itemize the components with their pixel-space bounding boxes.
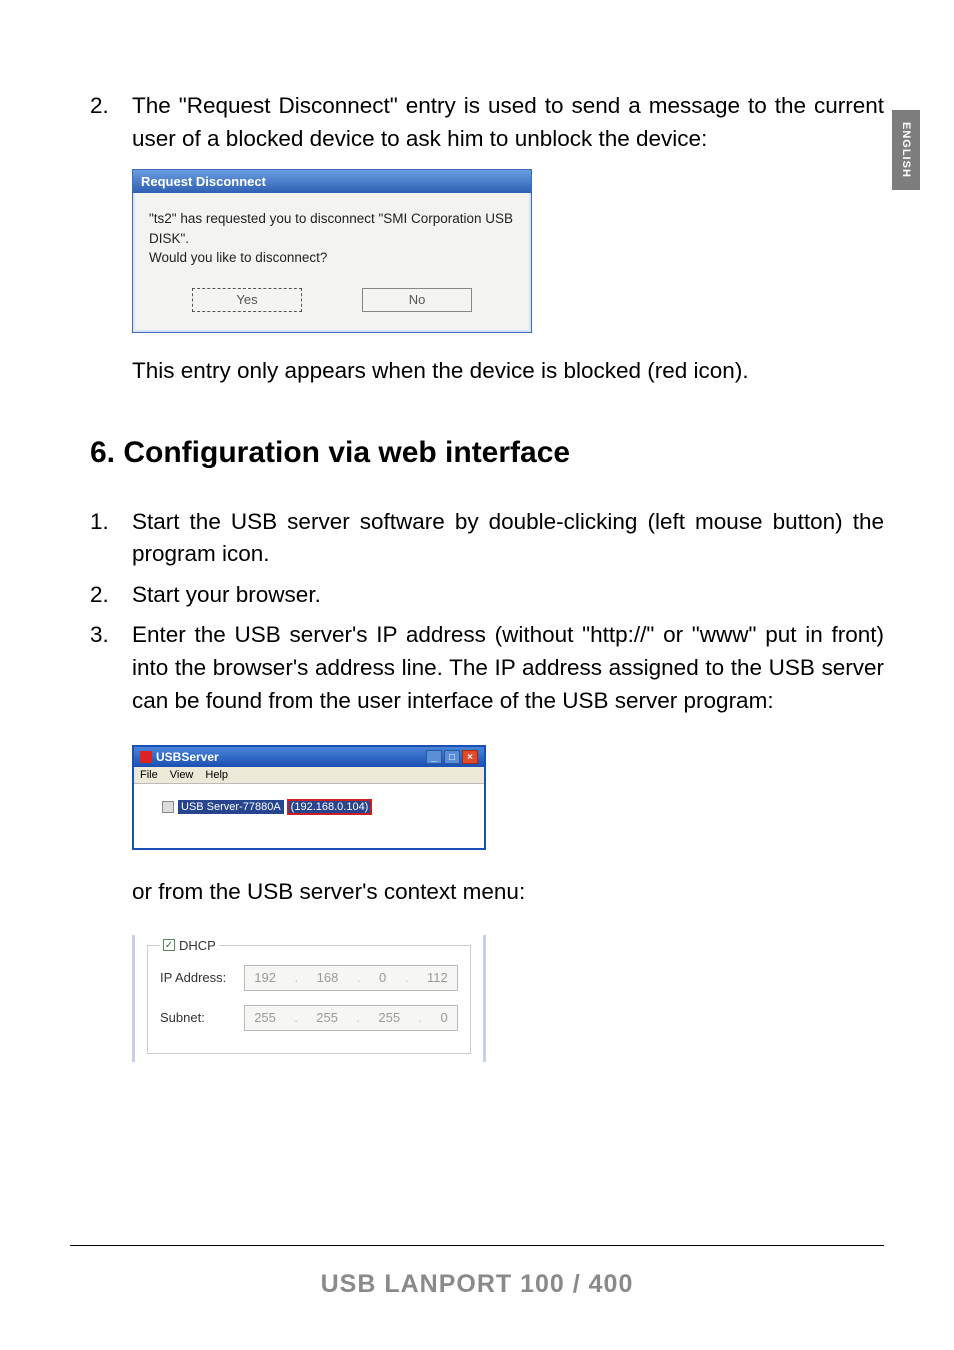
window-body: USB Server-77880A (192.168.0.104) — [134, 784, 484, 848]
list-text: Start the USB server software by double-… — [132, 506, 884, 571]
list-item: 2. The "Request Disconnect" entry is use… — [90, 90, 884, 155]
subnet-row: Subnet: 255. 255. 255. 0 — [160, 1005, 458, 1031]
subnet-field[interactable]: 255. 255. 255. 0 — [244, 1005, 458, 1031]
device-icon — [162, 801, 174, 813]
ip-octet: 0 — [379, 970, 386, 985]
list-number: 1. — [90, 506, 132, 571]
list-number: 3. — [90, 619, 132, 717]
page: ENGLISH 2. The "Request Disconnect" entr… — [0, 0, 954, 1350]
list-text: The "Request Disconnect" entry is used t… — [132, 90, 884, 155]
ip-address-field[interactable]: 192. 168. 0. 112 — [244, 965, 458, 991]
dhcp-label: DHCP — [179, 938, 216, 953]
tree-label: USB Server-77880A — [178, 800, 284, 814]
list-text: Enter the USB server's IP address (witho… — [132, 619, 884, 717]
list-number: 2. — [90, 90, 132, 155]
list-item: 3. Enter the USB server's IP address (wi… — [90, 619, 884, 717]
subnet-octet: 255 — [316, 1010, 338, 1025]
dialog-buttons: Yes No — [149, 288, 515, 312]
list-number: 2. — [90, 579, 132, 612]
dialog-line1: "ts2" has requested you to disconnect "S… — [149, 211, 513, 246]
dhcp-fieldset: ✓ DHCP IP Address: 192. 168. 0. 112 Subn… — [147, 945, 471, 1054]
subnet-label: Subnet: — [160, 1010, 244, 1025]
subnet-octet: 0 — [441, 1010, 448, 1025]
steps-list: 1. Start the USB server software by doub… — [90, 506, 884, 718]
list-item: 1. Start the USB server software by doub… — [90, 506, 884, 571]
footer-divider — [70, 1245, 884, 1246]
subnet-octet: 255 — [378, 1010, 400, 1025]
language-tab: ENGLISH — [892, 110, 920, 190]
window-title: USBServer — [156, 750, 219, 764]
section-heading: 6. Configuration via web interface — [90, 436, 884, 470]
ip-address-label: IP Address: — [160, 970, 244, 985]
list-item: 2. Start your browser. — [90, 579, 884, 612]
yes-button[interactable]: Yes — [192, 288, 302, 312]
dialog-body: "ts2" has requested you to disconnect "S… — [133, 193, 531, 332]
dialog-line2: Would you like to disconnect? — [149, 250, 327, 265]
ip-row: IP Address: 192. 168. 0. 112 — [160, 965, 458, 991]
menu-file[interactable]: File — [140, 769, 158, 781]
tree-item[interactable]: USB Server-77880A (192.168.0.104) — [162, 800, 371, 814]
ip-octet: 192 — [254, 970, 276, 985]
dhcp-legend: ✓ DHCP — [160, 938, 219, 953]
footer-text: USB LANPORT 100 / 400 — [0, 1270, 954, 1299]
window-titlebar: USBServer _ □ × — [134, 747, 484, 767]
window-menu: File View Help — [134, 767, 484, 784]
dialog-title: Request Disconnect — [133, 170, 531, 193]
tree-ip-highlight: (192.168.0.104) — [288, 800, 372, 814]
no-button[interactable]: No — [362, 288, 472, 312]
menu-view[interactable]: View — [170, 769, 194, 781]
ip-octet: 112 — [427, 970, 448, 985]
minimize-icon[interactable]: _ — [426, 750, 442, 764]
ip-octet: 168 — [317, 970, 339, 985]
context-menu-text: or from the USB server's context menu: — [132, 876, 884, 909]
app-icon — [140, 751, 152, 763]
list-text: Start your browser. — [132, 579, 884, 612]
dialog-message: "ts2" has requested you to disconnect "S… — [149, 209, 515, 268]
after-dialog-text: This entry only appears when the device … — [132, 355, 884, 388]
menu-help[interactable]: Help — [205, 769, 228, 781]
request-disconnect-dialog: Request Disconnect "ts2" has requested y… — [132, 169, 532, 333]
maximize-icon[interactable]: □ — [444, 750, 460, 764]
subnet-octet: 255 — [254, 1010, 276, 1025]
dhcp-checkbox[interactable]: ✓ — [163, 939, 175, 951]
close-icon[interactable]: × — [462, 750, 478, 764]
ip-settings-panel: ✓ DHCP IP Address: 192. 168. 0. 112 Subn… — [132, 935, 486, 1062]
intro-list: 2. The "Request Disconnect" entry is use… — [90, 90, 884, 155]
window-controls: _ □ × — [426, 750, 478, 764]
usbserver-window: USBServer _ □ × File View Help USB Serve… — [132, 745, 486, 850]
